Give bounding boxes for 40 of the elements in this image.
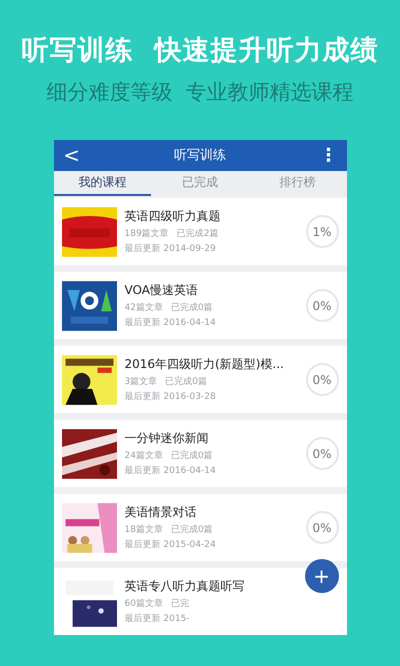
article-count: 18篇文章 (124, 524, 163, 536)
article-count: 3篇文章 (124, 376, 158, 388)
progress-ring: 0% (306, 363, 338, 396)
course-row[interactable]: 英语四级听力真题 189篇文章 已完成2篇 最后更新 2014-09-29 1% (54, 198, 346, 265)
menu-button[interactable]: ⋮ (310, 144, 346, 166)
progress-ring: 0% (306, 289, 338, 322)
last-updated: 最后更新 2016-04-14 (124, 464, 217, 477)
tagline: 细分难度等级 专业教师精选课程 (46, 79, 354, 106)
progress-ring: 0% (306, 511, 338, 544)
completed-count: 已完 (170, 598, 189, 610)
screen-title: 听写训练 (173, 147, 227, 164)
last-updated: 最后更新 2015-04-24 (124, 538, 217, 551)
completed-count: 已完成2篇 (176, 228, 218, 240)
course-row[interactable]: 2016年四级听力(新题型)模... 3篇文章 已完成0篇 最后更新 2016-03-28 0% (54, 346, 346, 413)
tab[interactable]: 我的课程 (54, 170, 152, 196)
headline: 听写训练 快速提升听力成绩 (22, 34, 378, 68)
course-title: 英语四级听力真题 (124, 208, 222, 225)
course-row[interactable]: 一分钟迷你新闻 24篇文章 已完成0篇 最后更新 2016-04-14 0% (54, 420, 346, 487)
progress-ring: 1% (306, 215, 338, 248)
article-count: 24篇文章 (124, 450, 163, 462)
course-row[interactable]: 美语情景对话 18篇文章 已完成0篇 最后更新 2015-04-24 0% (54, 494, 346, 561)
course-title: 2016年四级听力(新题型)模... (124, 356, 285, 373)
course-title: VOA慢速英语 (124, 282, 199, 299)
course-title: 美语情景对话 (124, 504, 198, 521)
completed-count: 已完成0篇 (165, 376, 207, 388)
last-updated: 最后更新 2014-09-29 (124, 242, 217, 255)
completed-count: 已完成0篇 (170, 524, 213, 536)
article-count: 42篇文章 (124, 302, 163, 314)
last-updated: 最后更新 2016-03-28 (124, 390, 217, 403)
back-button[interactable]: < (54, 143, 90, 168)
course-title: 英语专八听力真题听写 (124, 578, 246, 595)
article-count: 189篇文章 (124, 228, 169, 240)
last-updated: 最后更新 2015- (124, 612, 191, 625)
article-count: 60篇文章 (124, 598, 163, 610)
last-updated: 最后更新 2016-04-14 (124, 316, 217, 329)
completed-count: 已完成0篇 (170, 450, 213, 462)
course-title: 一分钟迷你新闻 (124, 430, 210, 447)
progress-ring: 0% (306, 437, 338, 470)
course-row[interactable]: VOA慢速英语 42篇文章 已完成0篇 最后更新 2016-04-14 0% (54, 272, 346, 339)
completed-count: 已完成0篇 (170, 302, 213, 314)
